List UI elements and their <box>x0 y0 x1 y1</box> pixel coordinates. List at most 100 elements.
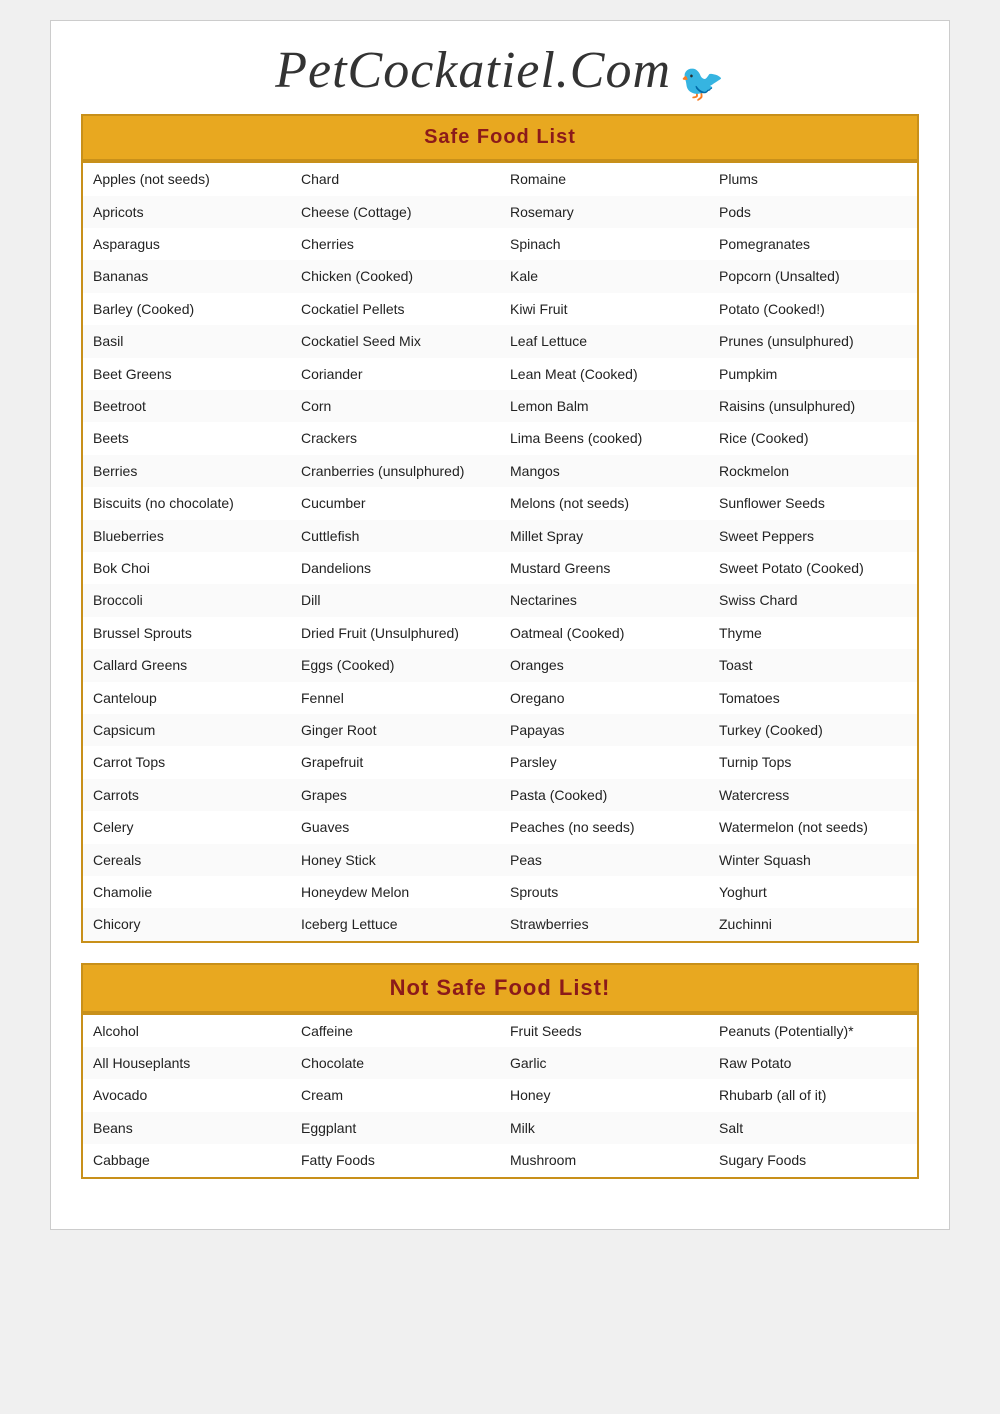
list-item: Peas <box>500 844 709 876</box>
list-item: Popcorn (Unsalted) <box>709 260 918 292</box>
safe-food-header: Safe Food List <box>81 114 919 161</box>
list-item: Avocado <box>82 1079 291 1111</box>
list-item: Berries <box>82 455 291 487</box>
list-item: Broccoli <box>82 584 291 616</box>
list-item: Apples (not seeds) <box>82 162 291 195</box>
list-item: Corn <box>291 390 500 422</box>
table-row: ChamolieHoneydew MelonSproutsYoghurt <box>82 876 918 908</box>
table-row: AvocadoCreamHoneyRhubarb (all of it) <box>82 1079 918 1111</box>
list-item: Salt <box>709 1112 918 1144</box>
list-item: Cucumber <box>291 487 500 519</box>
table-row: Bok ChoiDandelionsMustard GreensSweet Po… <box>82 552 918 584</box>
list-item: Beetroot <box>82 390 291 422</box>
table-row: BerriesCranberries (unsulphured)MangosRo… <box>82 455 918 487</box>
table-row: BeansEggplantMilkSalt <box>82 1112 918 1144</box>
list-item: Caffeine <box>291 1014 500 1047</box>
list-item: Honey Stick <box>291 844 500 876</box>
list-item: Beet Greens <box>82 358 291 390</box>
list-item: Biscuits (no chocolate) <box>82 487 291 519</box>
list-item: Lean Meat (Cooked) <box>500 358 709 390</box>
table-row: Apples (not seeds)ChardRomainePlums <box>82 162 918 195</box>
bird-icon: 🐦 <box>680 62 725 104</box>
list-item: Celery <box>82 811 291 843</box>
list-item: Kiwi Fruit <box>500 293 709 325</box>
table-row: Carrot TopsGrapefruitParsleyTurnip Tops <box>82 746 918 778</box>
list-item: Chocolate <box>291 1047 500 1079</box>
list-item: Zuchinni <box>709 908 918 941</box>
list-item: Alcohol <box>82 1014 291 1047</box>
table-row: Callard GreensEggs (Cooked)OrangesToast <box>82 649 918 681</box>
list-item: Cheese (Cottage) <box>291 196 500 228</box>
list-item: Turkey (Cooked) <box>709 714 918 746</box>
list-item: Asparagus <box>82 228 291 260</box>
list-item: Honey <box>500 1079 709 1111</box>
list-item: Pasta (Cooked) <box>500 779 709 811</box>
table-row: ApricotsCheese (Cottage)RosemaryPods <box>82 196 918 228</box>
list-item: Raisins (unsulphured) <box>709 390 918 422</box>
list-item: Dried Fruit (Unsulphured) <box>291 617 500 649</box>
list-item: Winter Squash <box>709 844 918 876</box>
table-row: Beet GreensCorianderLean Meat (Cooked)Pu… <box>82 358 918 390</box>
list-item: Sweet Peppers <box>709 520 918 552</box>
table-row: CarrotsGrapesPasta (Cooked)Watercress <box>82 779 918 811</box>
safe-food-table: Apples (not seeds)ChardRomainePlumsApric… <box>81 161 919 942</box>
list-item: Nectarines <box>500 584 709 616</box>
list-item: Sunflower Seeds <box>709 487 918 519</box>
table-row: CapsicumGinger RootPapayasTurkey (Cooked… <box>82 714 918 746</box>
table-row: BeetrootCornLemon BalmRaisins (unsulphur… <box>82 390 918 422</box>
list-item: Crackers <box>291 422 500 454</box>
list-item: Prunes (unsulphured) <box>709 325 918 357</box>
table-row: Brussel SproutsDried Fruit (Unsulphured)… <box>82 617 918 649</box>
list-item: Coriander <box>291 358 500 390</box>
list-item: Rhubarb (all of it) <box>709 1079 918 1111</box>
list-item: Oranges <box>500 649 709 681</box>
list-item: Fatty Foods <box>291 1144 500 1177</box>
table-row: CerealsHoney StickPeasWinter Squash <box>82 844 918 876</box>
list-item: Oatmeal (Cooked) <box>500 617 709 649</box>
list-item: Dandelions <box>291 552 500 584</box>
list-item: Apricots <box>82 196 291 228</box>
list-item: Mustard Greens <box>500 552 709 584</box>
table-row: BroccoliDillNectarinesSwiss Chard <box>82 584 918 616</box>
list-item: Thyme <box>709 617 918 649</box>
list-item: Bok Choi <box>82 552 291 584</box>
list-item: Parsley <box>500 746 709 778</box>
list-item: All Houseplants <box>82 1047 291 1079</box>
list-item: Peaches (no seeds) <box>500 811 709 843</box>
list-item: Carrot Tops <box>82 746 291 778</box>
table-row: CabbageFatty FoodsMushroomSugary Foods <box>82 1144 918 1177</box>
list-item: Sprouts <box>500 876 709 908</box>
page: PetCockatiel.Com 🐦 Safe Food List Apples… <box>50 20 950 1230</box>
list-item: Ginger Root <box>291 714 500 746</box>
list-item: Beans <box>82 1112 291 1144</box>
list-item: Cereals <box>82 844 291 876</box>
list-item: Brussel Sprouts <box>82 617 291 649</box>
list-item: Watercress <box>709 779 918 811</box>
list-item: Lima Beens (cooked) <box>500 422 709 454</box>
list-item: Pumpkim <box>709 358 918 390</box>
list-item: Callard Greens <box>82 649 291 681</box>
list-item: Eggplant <box>291 1112 500 1144</box>
list-item: Sugary Foods <box>709 1144 918 1177</box>
list-item: Milk <box>500 1112 709 1144</box>
list-item: Eggs (Cooked) <box>291 649 500 681</box>
not-safe-food-table: AlcoholCaffeineFruit SeedsPeanuts (Poten… <box>81 1013 919 1179</box>
table-row: AlcoholCaffeineFruit SeedsPeanuts (Poten… <box>82 1014 918 1047</box>
list-item: Chicken (Cooked) <box>291 260 500 292</box>
list-item: Blueberries <box>82 520 291 552</box>
list-item: Cranberries (unsulphured) <box>291 455 500 487</box>
list-item: Cuttlefish <box>291 520 500 552</box>
list-item: Iceberg Lettuce <box>291 908 500 941</box>
list-item: Rosemary <box>500 196 709 228</box>
list-item: Lemon Balm <box>500 390 709 422</box>
list-item: Plums <box>709 162 918 195</box>
list-item: Turnip Tops <box>709 746 918 778</box>
list-item: Bananas <box>82 260 291 292</box>
list-item: Melons (not seeds) <box>500 487 709 519</box>
site-title: PetCockatiel.Com <box>275 42 671 99</box>
list-item: Basil <box>82 325 291 357</box>
list-item: Swiss Chard <box>709 584 918 616</box>
list-item: Potato (Cooked!) <box>709 293 918 325</box>
table-row: AsparagusCherriesSpinachPomegranates <box>82 228 918 260</box>
list-item: Sweet Potato (Cooked) <box>709 552 918 584</box>
